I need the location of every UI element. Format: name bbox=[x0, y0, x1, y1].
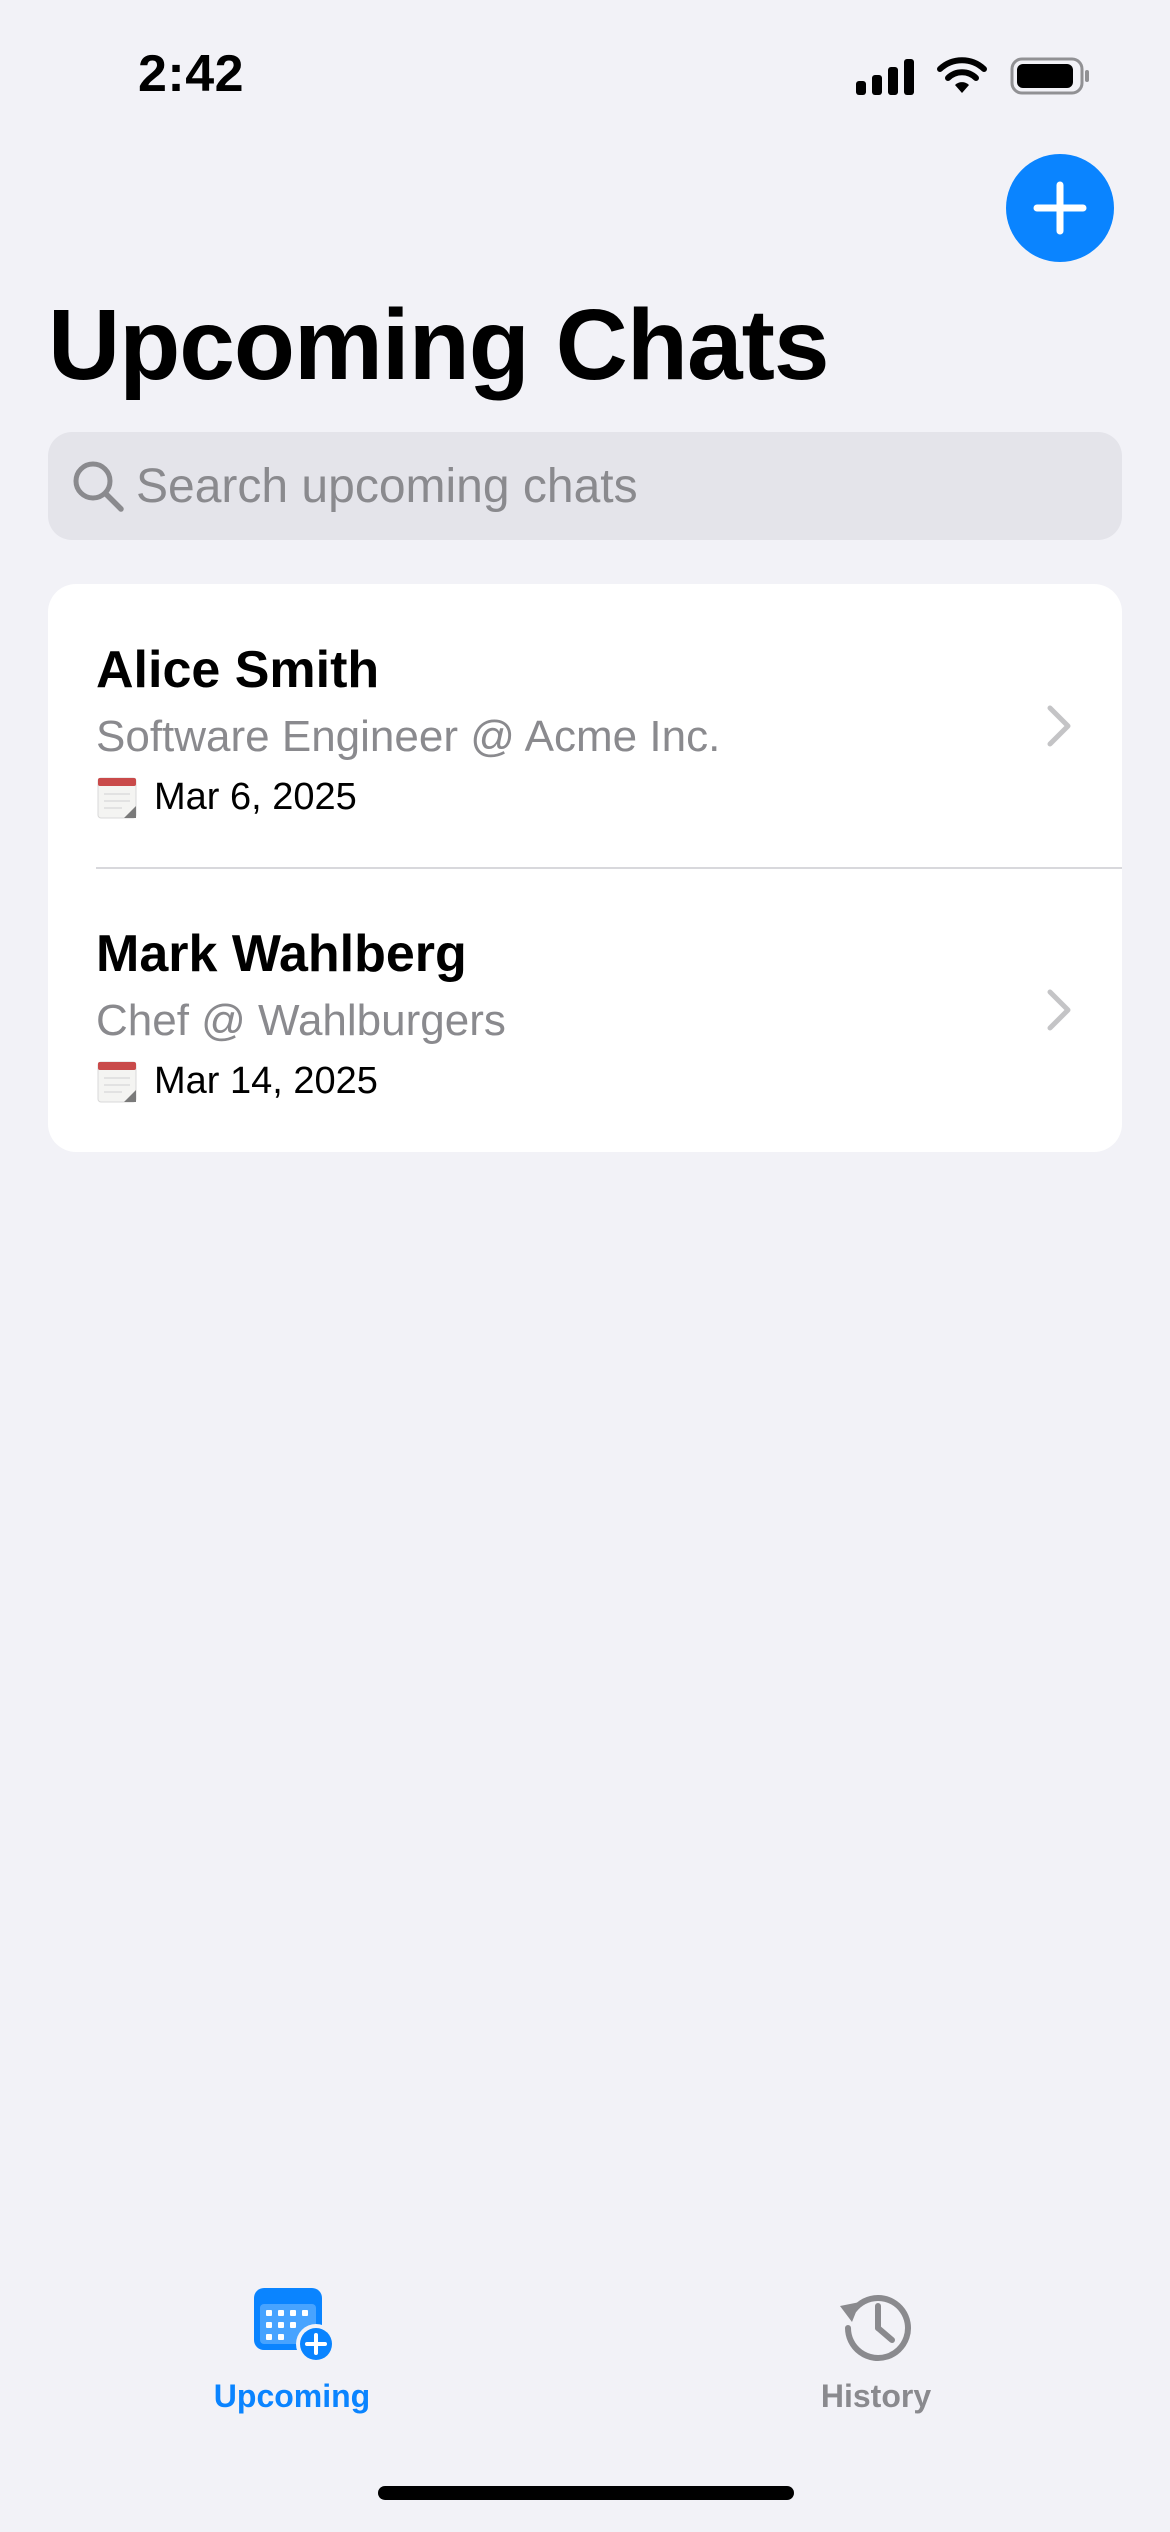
calendar-icon bbox=[97, 777, 137, 819]
search-icon bbox=[70, 458, 126, 514]
status-icons bbox=[856, 56, 1092, 96]
tab-upcoming[interactable]: Upcoming bbox=[142, 2282, 442, 2415]
calendar-icon bbox=[97, 1061, 137, 1103]
chat-date: Mar 14, 2025 bbox=[154, 1060, 378, 1102]
calendar-add-icon bbox=[254, 2288, 336, 2364]
status-bar: 2:42 bbox=[0, 0, 1170, 150]
tab-label-history: History bbox=[820, 2378, 932, 2414]
cellular-signal-icon bbox=[856, 57, 914, 95]
tab-label-upcoming: Upcoming bbox=[213, 2378, 371, 2414]
battery-icon bbox=[1010, 57, 1089, 95]
chat-date: Mar 6, 2025 bbox=[154, 776, 357, 818]
chevron-right-icon bbox=[1047, 705, 1071, 747]
home-indicator bbox=[378, 2486, 794, 2500]
chat-subtitle: Chef @ Wahlburgers bbox=[96, 996, 506, 1045]
chat-subtitle: Software Engineer @ Acme Inc. bbox=[96, 712, 721, 761]
page-title: Upcoming Chats bbox=[48, 289, 829, 401]
list-item[interactable]: Mark Wahlberg Chef @ Wahlburgers Mar 14,… bbox=[48, 868, 1122, 1152]
chat-name: Alice Smith bbox=[96, 641, 380, 699]
search-field[interactable] bbox=[48, 432, 1122, 540]
chat-name: Mark Wahlberg bbox=[96, 925, 467, 983]
add-chat-button[interactable] bbox=[1006, 154, 1114, 262]
list-item[interactable]: Alice Smith Software Engineer @ Acme Inc… bbox=[48, 584, 1122, 869]
wifi-icon bbox=[937, 57, 987, 93]
chat-date-row: Mar 14, 2025 bbox=[96, 1058, 378, 1104]
history-clock-icon bbox=[840, 2295, 911, 2361]
chat-list: Alice Smith Software Engineer @ Acme Inc… bbox=[48, 584, 1122, 1152]
search-input[interactable] bbox=[136, 458, 1096, 514]
status-time: 2:42 bbox=[138, 45, 245, 103]
chat-date-row: Mar 6, 2025 bbox=[96, 774, 357, 820]
chevron-right-icon bbox=[1047, 989, 1071, 1031]
plus-icon bbox=[1033, 181, 1087, 235]
upcoming-chats-screen: 2:42 Upcoming Chats Search upcoming chat… bbox=[0, 0, 1170, 2532]
tab-history[interactable]: History bbox=[726, 2282, 1026, 2415]
